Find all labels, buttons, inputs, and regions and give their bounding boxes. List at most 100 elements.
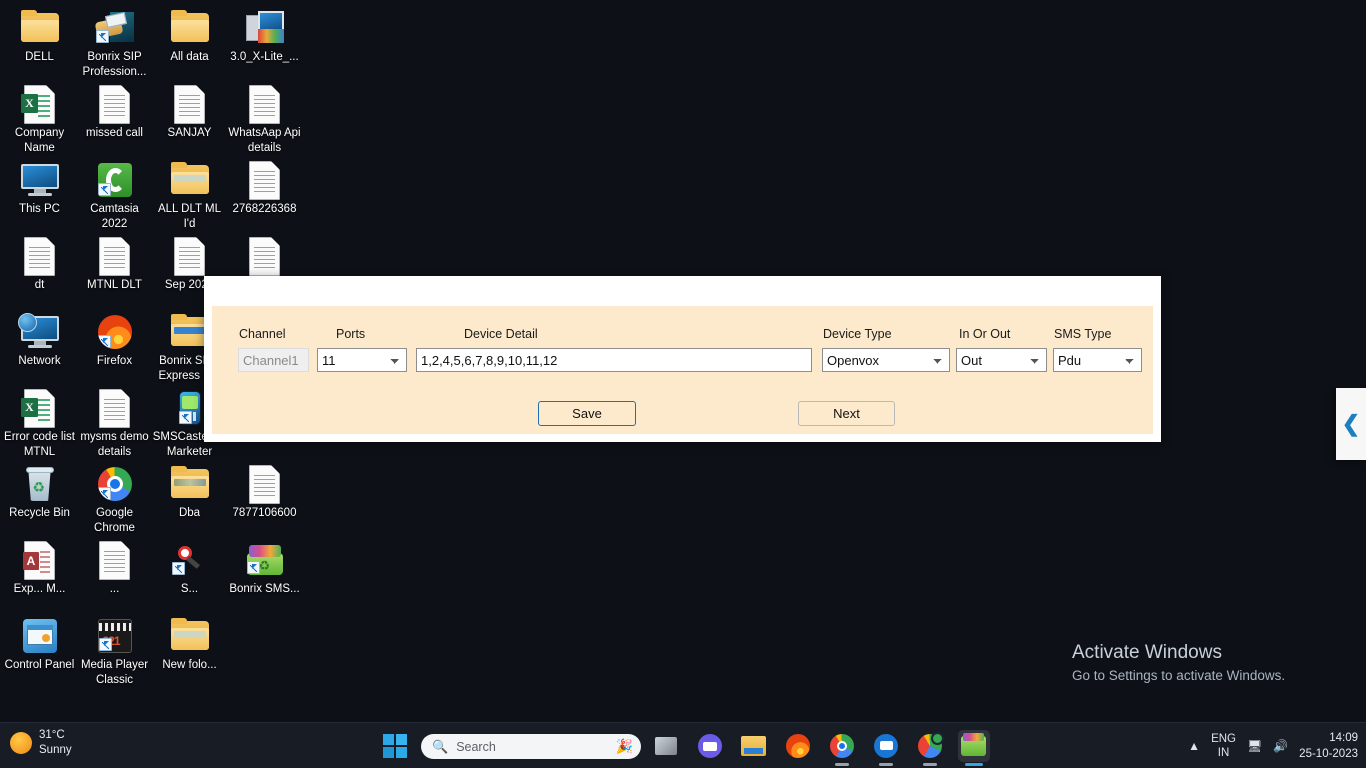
ports-select[interactable]: 1248111632 [317,348,407,372]
desktop-icon[interactable]: 2768226368 [227,156,302,232]
tray-overflow-chevron-up-icon[interactable]: ▲ [1188,739,1200,753]
folder-icon [20,10,59,43]
search-icon: 🔍 [432,739,449,754]
next-button[interactable]: Next [798,401,895,426]
desktop-icon[interactable]: Google Chrome [77,460,152,536]
chrome-icon [829,733,855,759]
taskbar-app-file-explorer[interactable] [738,730,770,762]
desktop-icon[interactable]: Control Panel [2,612,77,688]
excel-document-icon: X [21,388,55,428]
chrome-icon [97,467,132,501]
desktop-icon[interactable]: S... [152,536,227,612]
taskbar-running-indicator [879,763,893,766]
weather-temperature: 31°C [39,729,65,741]
windows-logo-pane [383,747,394,758]
desktop-icon[interactable]: New folo... [152,612,227,688]
desktop-icon-label: Firefox [96,355,133,367]
sms-type-select[interactable]: PduTextUnicode [1053,348,1142,372]
taskbar-app-teams[interactable] [694,730,726,762]
start-button[interactable] [383,734,407,758]
desktop-icon[interactable]: X Company Name [2,80,77,156]
channel-input[interactable] [238,348,309,372]
network-icon[interactable]: 🖥 [1247,739,1262,753]
shortcut-arrow-icon [97,183,111,196]
shortcut-arrow-icon [98,638,112,651]
desktop-icon[interactable]: X Error code list MTNL [2,384,77,460]
desktop-icon[interactable]: A Exp... M... [2,536,77,612]
desktop-icon[interactable]: missed call [77,80,152,156]
desktop-icon[interactable]: Camtasia 2022 [77,156,152,232]
tray-language-line1: ENG [1211,733,1236,745]
mouse-pointer-icon [171,544,208,576]
file-explorer-icon [741,733,767,759]
desktop: DELL Bonrix SIP Profession... All data 3.0_… [0,0,1366,768]
bonrix-sms-icon [961,733,987,759]
search-confetti-icon: 🎉 [615,738,633,754]
desktop-icon[interactable]: ♻ Bonrix SMS... [227,536,302,612]
desktop-icon-label: New folo... [162,659,217,671]
desktop-icon[interactable]: ALL DLT ML I'd [152,156,227,232]
taskbar-app-firefox[interactable] [782,730,814,762]
desktop-icon[interactable]: Firefox [77,308,152,384]
desktop-icon[interactable]: 7877106600 [227,460,302,536]
text-document-icon [249,160,280,200]
volume-icon[interactable]: 🔊 [1273,739,1288,753]
desktop-icon[interactable]: dt [2,232,77,308]
firefox-icon [785,733,811,759]
desktop-icon[interactable]: This PC [2,156,77,232]
network-icon [17,313,59,348]
desktop-icon-label: mysms demo details [80,431,149,458]
desktop-icon[interactable]: Dba [152,460,227,536]
tray-language-indicator[interactable]: ENG IN [1211,732,1236,760]
text-document-icon [99,84,130,124]
text-document-icon [99,236,130,276]
access-document-icon: A [23,540,55,580]
tray-date: 25-10-2023 [1299,748,1358,760]
save-button[interactable]: Save [538,401,636,426]
device-type-select[interactable]: OpenvoxDinstarGoipSmartModem [822,348,950,372]
in-or-out-select[interactable]: OutIn [956,348,1047,372]
desktop-icon[interactable]: 3.0_X-Lite_... [227,4,302,80]
folder-icon [170,314,209,347]
firefox-icon [97,315,132,349]
desktop-icon[interactable]: WhatsAap Api details [227,80,302,156]
sms-type-label: SMS Type [1054,327,1112,341]
desktop-icon[interactable]: mysms demo details [77,384,152,460]
control-panel-icon [22,619,57,653]
desktop-icon-label: Dba [178,507,201,519]
desktop-icon-label: MTNL DLT [87,279,142,291]
desktop-icon-label: 3.0_X-Lite_... [230,51,299,63]
desktop-icon[interactable]: Bonrix SIP Profession... [77,4,152,80]
bonrix-sip-icon [94,12,134,44]
sidebar-slide-tab[interactable]: ❮ [1336,388,1366,460]
desktop-icon[interactable]: ♻ Recycle Bin [2,460,77,536]
taskbar-app-chrome-profile[interactable] [914,730,946,766]
taskbar-app-ultraviewer[interactable] [870,730,902,766]
tray-time: 14:09 [1329,732,1358,744]
taskbar-weather-widget[interactable]: 31°C Sunny [10,728,72,758]
tray-clock[interactable]: 14:09 25-10-2023 [1299,730,1358,762]
desktop-icon-label: SANJAY [167,127,212,139]
desktop-icon[interactable]: ... [77,536,152,612]
taskbar-app-google-chrome[interactable] [826,730,858,766]
desktop-icon[interactable]: DELL [2,4,77,80]
open-folder-icon [170,618,209,651]
taskbar-search-box[interactable]: 🔍 Search 🎉 [421,734,641,759]
desktop-icon[interactable]: MTNL DLT [77,232,152,308]
taskbar-app-task-view[interactable] [650,730,682,762]
desktop-icon-label: Control Panel [4,659,75,671]
excel-document-icon: X [21,84,55,124]
text-document-icon [99,540,130,580]
taskbar-app-bonrix-sms[interactable] [958,730,990,766]
desktop-icon-label: dt [34,279,45,291]
device-detail-input[interactable] [416,348,812,372]
desktop-icon[interactable]: SANJAY [152,80,227,156]
taskbar-running-indicator [923,763,937,766]
desktop-icon[interactable]: 321 Media Player Classic [77,612,152,688]
media-player-classic-icon: 321 [97,619,132,653]
text-document-icon [24,236,55,276]
desktop-icon[interactable]: Network [2,308,77,384]
camtasia-icon [97,163,132,197]
desktop-icon[interactable]: All data [152,4,227,80]
desktop-icon-label: Google Chrome [94,507,135,534]
